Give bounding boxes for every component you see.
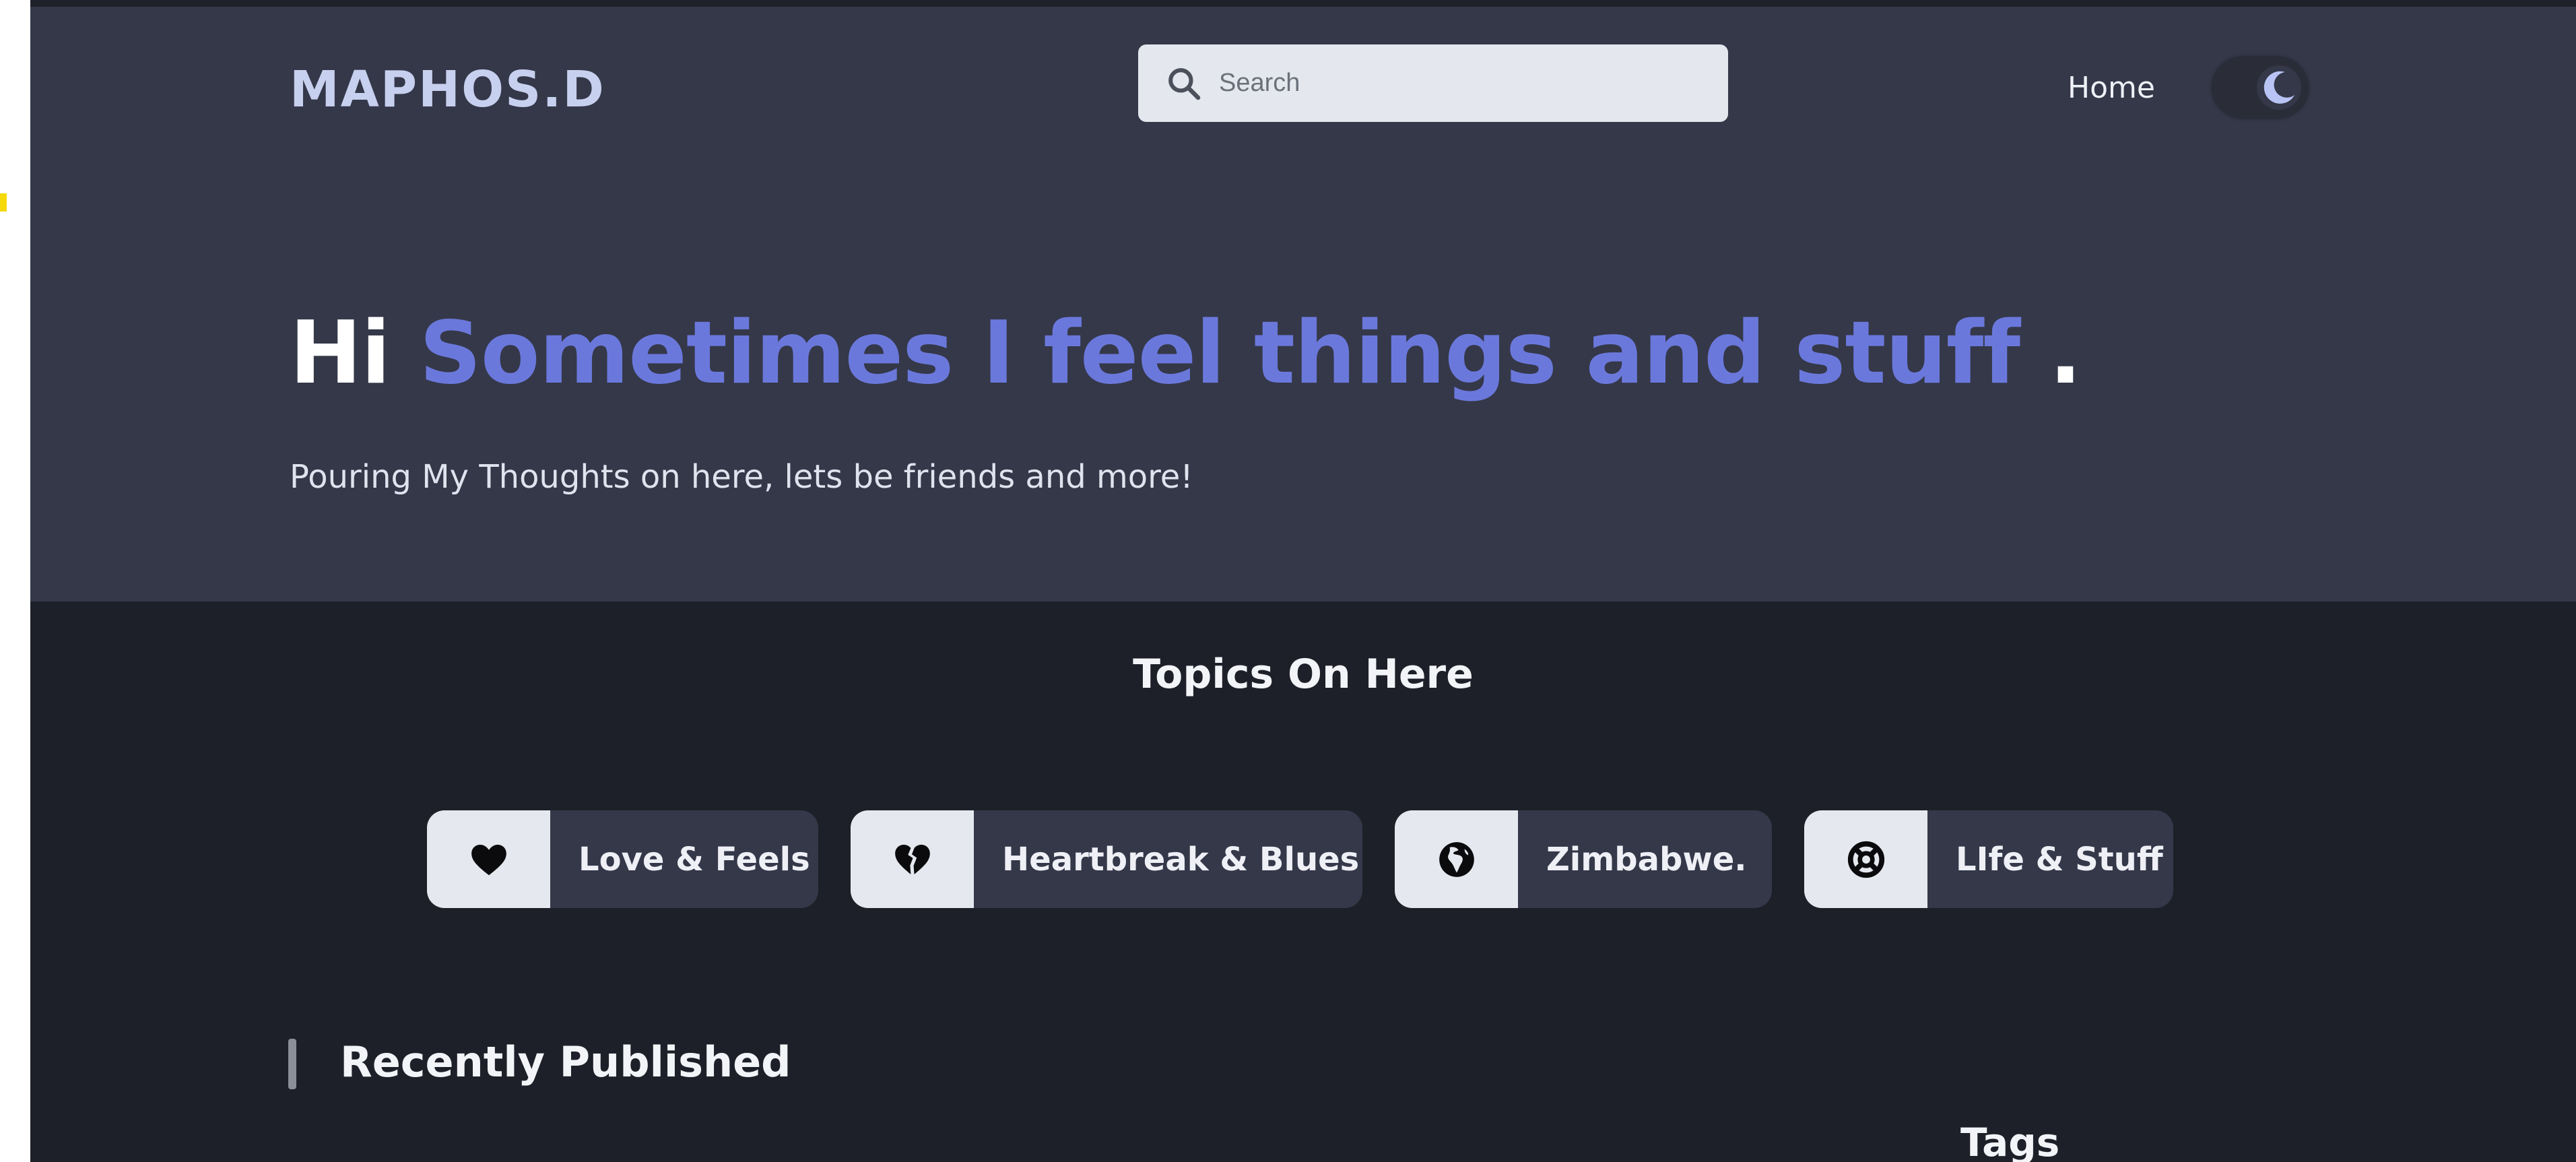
topic-label: Love & Feels: [579, 840, 810, 878]
topics-title: Topics On Here: [1133, 651, 1474, 698]
moon-icon: [2257, 65, 2301, 110]
headline-greeting: Hi: [290, 303, 391, 404]
hero-section: MAPHOS.D Home Hi Sometimes I feel things…: [30, 7, 2576, 602]
topic-label: Heartbreak & Blues: [1002, 840, 1360, 878]
search-icon: [1168, 67, 1201, 100]
top-border: [30, 0, 2576, 7]
site-logo[interactable]: MAPHOS.D: [290, 61, 605, 119]
nav-home-link[interactable]: Home: [2068, 71, 2155, 105]
topic-label: LIfe & Stuff: [1956, 840, 2163, 878]
page: MAPHOS.D Home Hi Sometimes I feel things…: [30, 0, 2576, 1162]
globe-africa-icon: [1439, 841, 1474, 877]
topic-love-feels[interactable]: Love & Feels: [427, 810, 818, 908]
headline-accent: Sometimes I feel things and stuff: [419, 303, 2020, 404]
heart-icon: [471, 844, 506, 875]
theme-toggle[interactable]: [2212, 57, 2308, 118]
edge-marker: [0, 193, 7, 212]
hero-subtitle: Pouring My Thoughts on here, lets be fri…: [290, 458, 1193, 496]
search-box[interactable]: [1138, 44, 1728, 122]
headline-end: .: [2049, 303, 2082, 404]
search-input[interactable]: [1219, 69, 1677, 98]
topic-label: Zimbabwe.: [1546, 840, 1747, 878]
broken-heart-icon: [894, 844, 930, 874]
hero-headline: Hi Sometimes I feel things and stuff .: [290, 303, 2082, 404]
life-ring-icon: [1847, 841, 1884, 878]
recently-published-title: Recently Published: [340, 1037, 791, 1087]
topic-heartbreak-blues[interactable]: Heartbreak & Blues: [851, 810, 1362, 908]
tags-title: Tags: [1960, 1120, 2060, 1162]
section-accent-bar: [288, 1039, 296, 1089]
topic-zimbabwe[interactable]: Zimbabwe.: [1395, 810, 1772, 908]
topic-life-stuff[interactable]: LIfe & Stuff: [1804, 810, 2173, 908]
